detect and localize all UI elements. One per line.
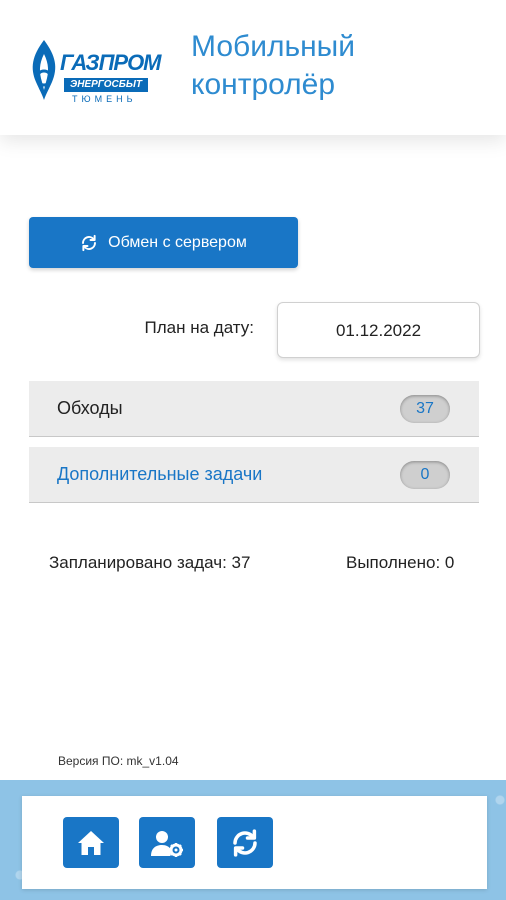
server-exchange-button[interactable]: Обмен с сервером <box>29 217 298 268</box>
server-exchange-label: Обмен с сервером <box>108 233 247 251</box>
count-badge: 37 <box>400 395 450 423</box>
task-row-label: Дополнительные задачи <box>57 464 263 484</box>
refresh-icon <box>233 828 257 857</box>
user-settings-button[interactable] <box>139 817 195 868</box>
gazprom-logo: ГАЗПРОМ ЭНЕРГОСБЫТ ТЮМЕНЬ <box>24 38 162 106</box>
plan-date-field[interactable]: 01.12.2022 <box>277 302 480 358</box>
completed-tasks-count: Выполнено: 0 <box>346 553 455 572</box>
count-badge: 0 <box>400 461 450 489</box>
app-title-line2: контролёр <box>191 68 336 101</box>
logo-city: ТЮМЕНЬ <box>72 94 137 104</box>
app-version: Версия ПО: mk_v1.04 <box>58 754 179 768</box>
planned-tasks-count: Запланировано задач: 37 <box>49 553 251 572</box>
logo-word: ГАЗПРОМ <box>60 50 162 75</box>
user-gear-icon <box>151 830 183 857</box>
gazprom-flame-icon <box>32 40 56 100</box>
refresh-icon <box>82 234 97 251</box>
task-row-additional[interactable]: Дополнительные задачи 0 <box>29 447 479 503</box>
home-icon <box>78 830 104 855</box>
app-title-line1: Мобильный <box>191 30 355 63</box>
app-title: Мобильный контролёр <box>191 28 471 104</box>
plan-date-label: План на дату: <box>144 318 254 337</box>
task-row-label: Обходы <box>57 398 123 418</box>
app-header: ГАЗПРОМ ЭНЕРГОСБЫТ ТЮМЕНЬ Мобильный конт… <box>0 0 506 135</box>
task-row-rounds[interactable]: Обходы 37 <box>29 381 479 437</box>
home-button[interactable] <box>63 817 119 868</box>
logo-subtitle: ЭНЕРГОСБЫТ <box>64 78 148 92</box>
sync-button[interactable] <box>217 817 273 868</box>
